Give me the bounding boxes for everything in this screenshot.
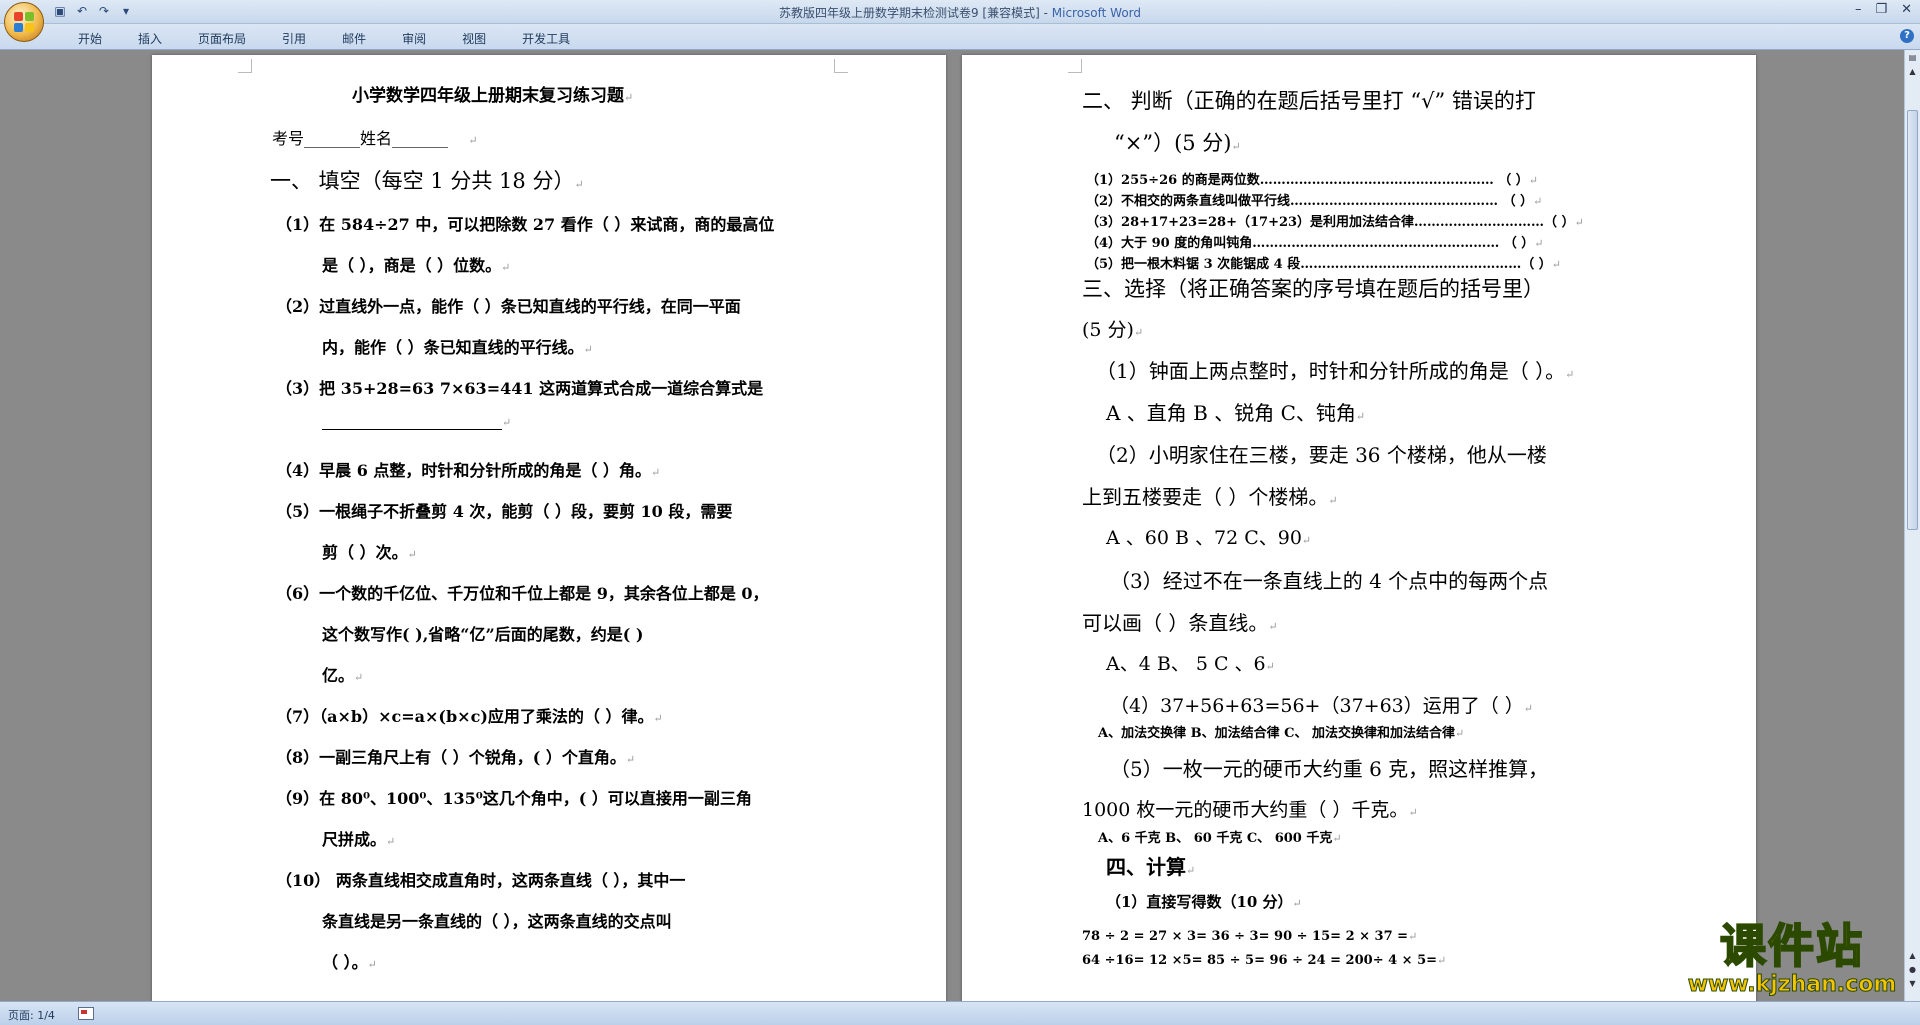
watermark-logo-text: 课件站 [1719,919,1864,973]
site-watermark: 课件站 www.kjzhan.com [1672,919,1912,1000]
calc-part-1-heading: （1）直接写得数（10 分）↵ [1106,893,1302,911]
question-10-line-3: （ ）。↵ [322,953,377,972]
judge-4: （4）大于 90 度的角叫钝角………………………………………………… （ ）↵ [1086,236,1544,251]
tab-page-layout[interactable]: 页面布局 [180,30,264,47]
calc-row-2: 64 ÷16= 12 ×5= 85 ÷ 5= 96 ÷ 24 = 200÷ 4 … [1082,953,1447,968]
question-4: （4）早晨 6 点整，时针和分针所成的角是（ ）角。↵ [276,461,661,480]
judge-5: （5）把一根木料锯 3 次能锯成 4 段……………………………………………（ ）… [1086,257,1561,272]
tab-references[interactable]: 引用 [264,30,324,47]
choice-1-options: A 、直角 B 、锐角 C、钝角↵ [1106,401,1366,425]
question-6-line-2: 这个数写作( ),省略“亿”后面的尾数，约是( ) [322,625,644,644]
window-controls: – ❐ ✕ [1855,2,1912,17]
section-1-heading: 一、 填空（每空 1 分共 18 分）↵ [270,169,584,193]
document-workspace[interactable]: 小学数学四年级上册期末复习练习题↵ 考号_______姓名_______ ↵ 一… [0,50,1904,1001]
question-1-line-2: 是（ ），商是（ ）位数。↵ [322,256,511,275]
tab-insert[interactable]: 插入 [120,30,180,47]
tab-mailings[interactable]: 邮件 [324,30,384,47]
window-title: 苏教版四年级上册数学期末检测试卷9 [兼容模式] - Microsoft Wor… [0,4,1920,21]
question-10-line-2: 条直线是另一条直线的（ ），这两条直线的交点叫 [322,912,672,931]
question-6-line-1: （6）一个数的千亿位、千万位和千位上都是 9，其余各位上都是 0， [276,584,769,603]
question-9-line-1: （9）在 80⁰、100⁰、135⁰这几个角中，( ）可以直接用一副三角 [276,789,752,808]
choice-1: （1）钟面上两点整时，时针和分针所成的角是（ ）。↵ [1096,359,1575,383]
scroll-thumb[interactable] [1907,110,1918,530]
tab-home[interactable]: 开始 [60,30,120,47]
question-8: （8）一副三角尺上有（ ）个锐角，( ）个直角。↵ [276,748,636,767]
question-3-line-1: （3）把 35+28=63 7×63=441 这两道算式合成一道综合算式是 [276,379,764,398]
ruler-toggle-icon[interactable]: ▤ [1907,52,1918,64]
judge-3: （3）28+17+23=28+（17+23）是利用加法结合律…………………………… [1086,215,1584,230]
student-info-line: 考号_______姓名_______ ↵ [272,129,478,148]
exam-title: 小学数学四年级上册期末复习练习题↵ [352,86,634,106]
choice-5-line-1: （5）一枚一元的硬币大约重 6 克，照这样推算， [1110,757,1549,781]
section-4-heading: 四、计算↵ [1106,855,1196,879]
ribbon-tabs: 开始 插入 页面布局 引用 邮件 审阅 视图 开发工具 ? [0,24,1920,50]
watermark-url: www.kjzhan.com [1687,972,1897,998]
crop-mark [238,59,252,73]
question-7: （7）（a×b）×c=a×(b×c)应用了乘法的（ ）律。↵ [276,707,663,726]
office-button[interactable] [4,2,44,42]
choice-3-line-2: 可以画（ ）条直线。↵ [1082,611,1278,635]
question-3-answer-blank[interactable]: ↵ [322,411,511,430]
choice-2-line-2: 上到五楼要走（ ）个楼梯。↵ [1082,485,1338,509]
document-title: 苏教版四年级上册数学期末检测试卷9 [兼容模式] - [778,6,1052,20]
choice-3-line-1: （3）经过不在一条直线上的 4 个点中的每两个点 [1110,569,1549,593]
calc-row-1: 78 ÷ 2 = 27 × 3= 36 ÷ 3= 90 ÷ 15= 2 × 37… [1082,929,1418,944]
crop-mark [834,59,848,73]
page-indicator[interactable]: 页面: 1/4 [8,1007,55,1023]
section-3-heading-line-2: (5 分)↵ [1082,319,1144,341]
scroll-up-icon[interactable]: ▲ [1907,66,1918,78]
office-logo-icon [14,12,34,32]
help-icon[interactable]: ? [1900,29,1914,43]
choice-5-options: A、6 千克 B、 60 千克 C、 600 千克↵ [1098,831,1342,846]
question-5-line-1: （5）一根绳子不折叠剪 4 次，能剪（ ）段，要剪 10 段，需要 [276,502,733,521]
vertical-scrollbar[interactable]: ▤ ▲ ▲ ● ▼ [1904,50,1920,1001]
document-page-1[interactable]: 小学数学四年级上册期末复习练习题↵ 考号_______姓名_______ ↵ 一… [152,55,946,1001]
question-6-line-3: 亿。↵ [322,666,364,685]
choice-2-options: A 、60 B 、72 C、90↵ [1106,527,1312,549]
choice-2-line-1: （2）小明家住在三楼，要走 36 个楼梯，他从一楼 [1096,443,1547,467]
question-1-line-1: （1）在 584÷27 中，可以把除数 27 看作（ ）来试商，商的最高位 [276,215,775,234]
tab-review[interactable]: 审阅 [384,30,444,47]
choice-4: （4）37+56+63=56+（37+63）运用了（ ）↵ [1110,695,1534,717]
maximize-icon[interactable]: ❐ [1875,2,1887,17]
choice-3-options: A、4 B、 5 C 、6↵ [1106,653,1275,675]
crop-mark [1068,59,1082,73]
section-3-heading-line-1: 三、选择（将正确答案的序号填在题后的括号里） [1082,277,1544,301]
question-2-line-1: （2）过直线外一点，能作（ ）条已知直线的平行线，在同一平面 [276,297,741,316]
tab-view[interactable]: 视图 [444,30,504,47]
question-9-line-2: 尺拼成。↵ [322,830,396,849]
minimize-icon[interactable]: – [1855,2,1862,17]
document-page-2[interactable]: 二、 判断（正确的在题后括号里打 “√” 错误的打 “×”）(5 分)↵ （1）… [962,55,1756,1001]
choice-4-options: A、加法交换律 B、加法结合律 C、 加法交换律和加法结合律↵ [1098,726,1465,741]
status-bar: 页面: 1/4 [0,1001,1920,1025]
tab-developer[interactable]: 开发工具 [504,30,588,47]
question-2-line-2: 内，能作（ ）条已知直线的平行线。↵ [322,338,593,357]
app-name: Microsoft Word [1051,6,1142,20]
title-bar: ▣ ↶ ↷ ▾ 苏教版四年级上册数学期末检测试卷9 [兼容模式] - Micro… [0,0,1920,24]
judge-1: （1）255÷26 的商是两位数……………………………………………… （ ）↵ [1086,173,1538,188]
section-2-heading-line-2: “×”）(5 分)↵ [1114,131,1241,155]
choice-5-line-2: 1000 枚一元的硬币大约重（ ）千克。↵ [1082,799,1418,821]
question-10-line-1: （10） 两条直线相交成直角时，这两条直线（ ），其中一 [276,871,686,890]
proofing-icon[interactable] [78,1007,94,1020]
question-5-line-2: 剪（ ）次。↵ [322,543,417,562]
close-icon[interactable]: ✕ [1901,2,1912,17]
section-2-heading-line-1: 二、 判断（正确的在题后括号里打 “√” 错误的打 [1082,89,1536,113]
judge-2: （2）不相交的两条直线叫做平行线………………………………………… （ ）↵ [1086,194,1543,209]
